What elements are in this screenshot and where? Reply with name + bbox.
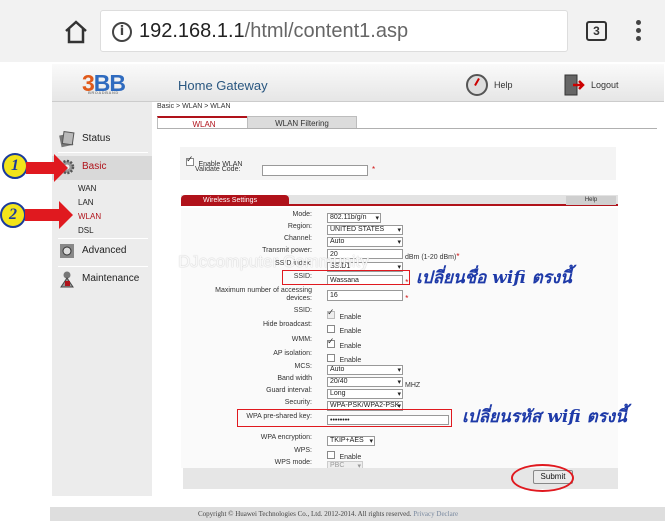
region-label: Region:	[287, 223, 312, 230]
sidebar-item-maintenance[interactable]: Maintenance	[52, 268, 152, 292]
copyright-text: Copyright © Huawei Technologies Co., Ltd…	[198, 510, 412, 518]
mode-row: Mode: 802.11b/g/n	[181, 210, 618, 223]
wmm-row: WMM: Enable	[181, 335, 618, 350]
hide-broadcast-row: Hide broadcast: Enable	[181, 320, 618, 335]
sidebar-divider	[58, 152, 148, 153]
wireless-help-button[interactable]: Help	[566, 196, 616, 205]
page-title: Home Gateway	[178, 78, 268, 93]
wireless-settings-title: Wireless Settings	[181, 195, 289, 206]
logout-icon[interactable]	[563, 73, 585, 97]
screen: i 192.168.1.1/html/content1.asp 3 3BB BR…	[0, 0, 665, 521]
address-bar[interactable]: i 192.168.1.1/html/content1.asp	[100, 10, 568, 52]
submit-highlight-oval	[511, 464, 574, 492]
ap-isolation-label: AP isolation:	[273, 350, 312, 357]
ap-isolation-row: AP isolation: Enable	[181, 349, 618, 364]
wpa-encryption-select[interactable]: TKIP+AES	[327, 436, 375, 446]
hide-broadcast-checkbox[interactable]	[327, 324, 335, 333]
guard-interval-row: Guard interval: Long	[181, 386, 618, 399]
mode-label: Mode:	[292, 211, 312, 218]
menu-icon[interactable]	[636, 20, 642, 42]
wmm-label: WMM:	[291, 336, 312, 343]
watermark-text: DJccomputer Community	[178, 252, 369, 271]
guard-interval-label: Guard interval:	[266, 387, 312, 394]
band-width-row: Band width 20/40MHZ	[181, 374, 618, 389]
max-devices-label: Maximum number of accessing devices:	[215, 287, 312, 302]
annotation-ssid-note: เปลี่ยนชื่อ wifi ตรงนี้	[416, 268, 572, 288]
logout-link[interactable]: Logout	[591, 80, 619, 90]
logo: 3BB BROADBAND	[82, 70, 126, 96]
wps-mode-label: WPS mode:	[274, 459, 312, 466]
help-link[interactable]: Help	[494, 80, 513, 90]
sidebar-sub-dsl[interactable]: DSL	[78, 226, 94, 235]
tools-icon	[60, 244, 74, 258]
band-width-label: Band width	[277, 375, 312, 382]
wmm-checkbox[interactable]	[327, 337, 335, 348]
privacy-link[interactable]: Privacy Declare	[413, 510, 458, 518]
url-path: /html/content1.asp	[244, 20, 409, 42]
annotation-key-note: เปลี่ยนรหัส wifi ตรงนี้	[462, 407, 627, 427]
validate-code-input[interactable]	[262, 165, 368, 176]
basic-panel: Enable WLAN Validate Code: *	[180, 147, 616, 180]
ssid-enable-checkbox[interactable]	[327, 308, 335, 319]
info-icon[interactable]: i	[112, 22, 132, 42]
tab-underline	[157, 128, 657, 129]
mcs-row: MCS: Auto	[181, 362, 618, 375]
maintenance-icon	[60, 271, 74, 288]
browser-toolbar: i 192.168.1.1/html/content1.asp 3	[0, 0, 665, 62]
sidebar-label-advanced: Advanced	[82, 245, 127, 256]
sidebar-divider	[58, 238, 148, 239]
sidebar-label-maintenance: Maintenance	[82, 273, 140, 284]
wpa-key-highlight-box	[237, 409, 452, 427]
validate-code-label: Validate Code:	[195, 166, 241, 173]
ssid-enable-row: SSID: Enable	[181, 306, 618, 321]
home-icon[interactable]	[62, 18, 90, 46]
wpa-encryption-row: WPA encryption: TKIP+AES	[181, 433, 618, 446]
help-icon[interactable]	[466, 74, 488, 96]
enable-wlan-checkbox[interactable]	[186, 155, 194, 166]
url-host: 192.168.1.1	[139, 20, 245, 42]
security-label: Security:	[284, 399, 312, 406]
sidebar-label-status: Status	[82, 133, 111, 144]
sidebar-divider	[58, 266, 148, 267]
sidebar-sub-wan[interactable]: WAN	[78, 184, 96, 193]
wpa-encryption-label: WPA encryption:	[260, 434, 312, 441]
sidebar-item-status[interactable]: Status	[52, 128, 152, 152]
mcs-label: MCS:	[294, 363, 313, 370]
ap-isolation-checkbox[interactable]	[327, 353, 335, 362]
region-row: Region: UNITED STATES	[181, 222, 618, 235]
channel-label: Channel:	[283, 235, 312, 242]
breadcrumb: Basic > WLAN > WLAN	[157, 103, 231, 110]
sidebar-item-advanced[interactable]: Advanced	[52, 240, 152, 264]
channel-row: Channel: Auto	[181, 234, 618, 247]
sidebar-label-basic: Basic	[82, 161, 107, 172]
hide-broadcast-label: Hide broadcast:	[262, 321, 312, 328]
wps-label: WPS:	[294, 447, 312, 454]
required-star: *	[403, 294, 409, 303]
annotation-badge-1: 1	[2, 153, 28, 179]
annotation-arrow-2	[25, 201, 73, 229]
annotation-arrow-1	[26, 154, 68, 182]
ssid-highlight-box	[282, 270, 410, 285]
wps-row: WPS: Enable	[181, 446, 618, 461]
status-icon	[59, 130, 75, 148]
max-devices-input[interactable]: 16	[327, 290, 403, 301]
sidebar-sub-lan[interactable]: LAN	[78, 198, 94, 207]
sidebar-sub-wlan[interactable]: WLAN	[78, 212, 101, 221]
required-star: *	[372, 165, 376, 174]
wireless-settings-header: Wireless Settings Help	[181, 195, 618, 206]
ssid-enable-label: SSID:	[293, 307, 312, 314]
tab-count-button[interactable]: 3	[586, 21, 607, 41]
hide-broadcast-text: Enable	[339, 328, 362, 335]
annotation-badge-2: 2	[0, 202, 26, 228]
